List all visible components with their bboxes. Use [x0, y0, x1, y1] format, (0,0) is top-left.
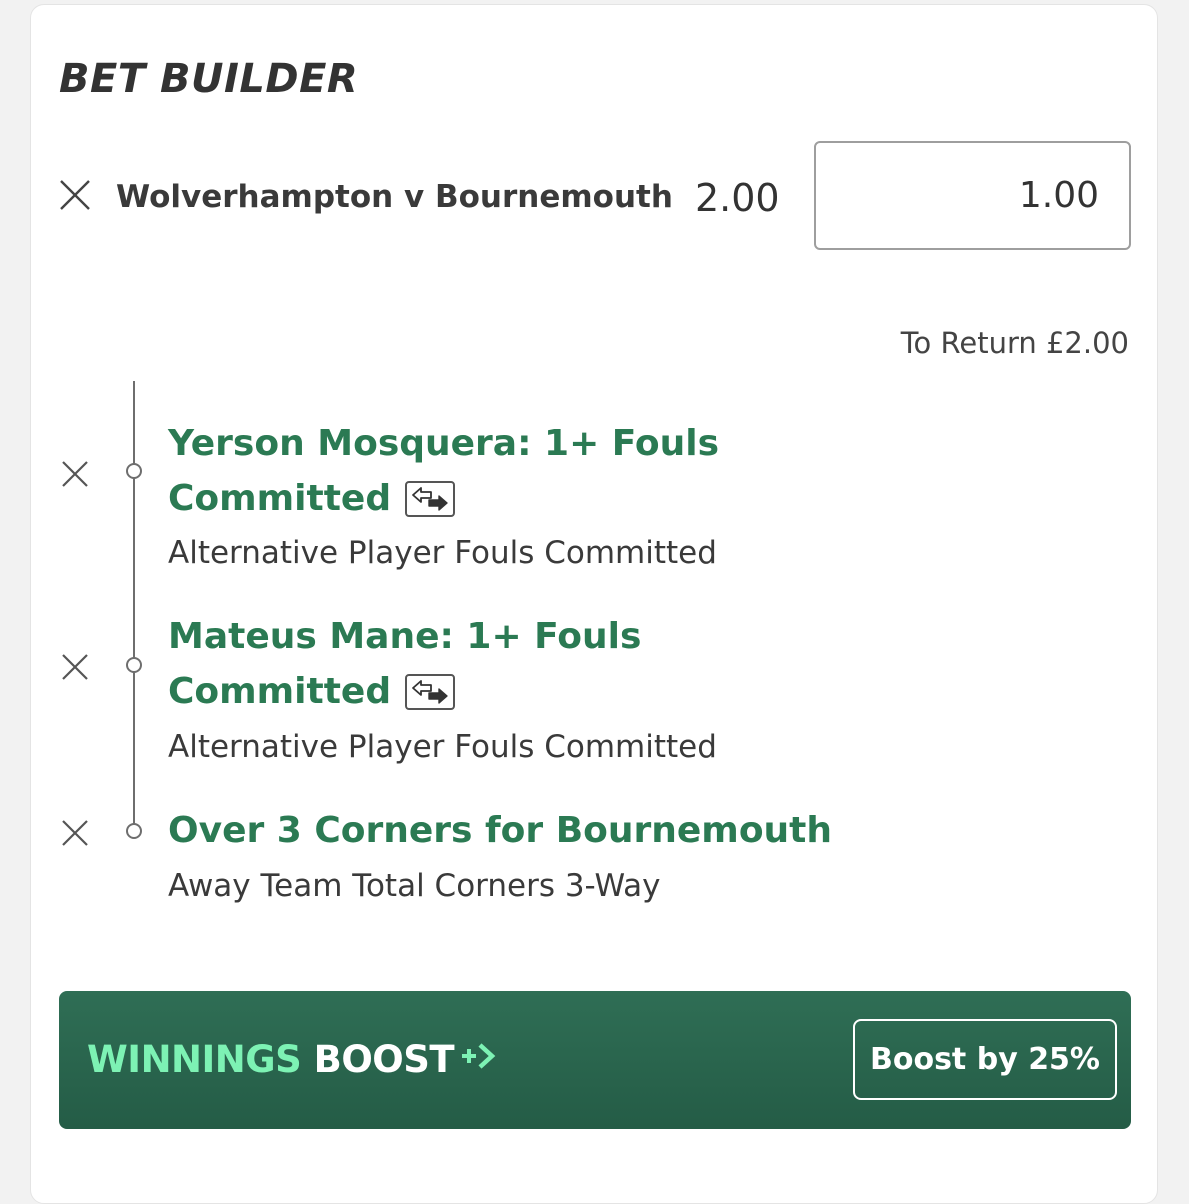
selection-title-line2: Committed	[168, 664, 641, 719]
remove-selection-1-button[interactable]	[58, 457, 92, 491]
timeline-node	[126, 823, 142, 839]
swap-icon[interactable]	[405, 671, 456, 710]
winnings-boost-label: WINNINGS BOOST	[87, 1035, 500, 1087]
selection-market: Alternative Player Fouls Committed	[168, 535, 717, 571]
close-icon	[62, 461, 88, 487]
boost-arrow-icon	[460, 1034, 500, 1084]
selection-market: Away Team Total Corners 3-Way	[168, 868, 661, 904]
close-icon	[62, 820, 88, 846]
winnings-boost-highlight: WINNINGS	[87, 1038, 302, 1081]
selection-title-line2-text: Committed	[168, 478, 392, 519]
bet-odds: 2.00	[695, 176, 780, 220]
selection-market: Alternative Player Fouls Committed	[168, 729, 717, 765]
remove-selection-3-button[interactable]	[58, 816, 92, 850]
selection-title: Yerson Mosquera: 1+ Fouls Committed	[168, 416, 719, 526]
close-icon	[62, 654, 88, 680]
match-name: Wolverhampton v Bournemouth	[116, 179, 673, 215]
timeline-node	[126, 463, 142, 479]
bet-builder-card: BET BUILDER Wolverhampton v Bournemouth …	[30, 4, 1158, 1204]
close-icon	[60, 180, 90, 210]
remove-selection-2-button[interactable]	[58, 650, 92, 684]
timeline-node	[126, 657, 142, 673]
selection-title-line1: Yerson Mosquera: 1+ Fouls	[168, 423, 720, 464]
selection-timeline	[133, 381, 135, 831]
selection-title: Over 3 Corners for Bournemouth	[168, 810, 833, 851]
selection-title-line2-text: Committed	[168, 671, 392, 712]
to-return-text: To Return £2.00	[900, 326, 1129, 360]
page-title: BET BUILDER	[59, 56, 359, 102]
selection-title-line2: Committed	[168, 471, 719, 526]
swap-icon[interactable]	[405, 478, 456, 517]
selection-title-line1: Mateus Mane: 1+ Fouls	[168, 616, 642, 657]
winnings-boost-banner: WINNINGS BOOST Boost by 25%	[59, 991, 1131, 1129]
selection-title: Mateus Mane: 1+ Fouls Committed	[168, 609, 641, 719]
stake-input[interactable]	[814, 141, 1131, 250]
boost-button[interactable]: Boost by 25%	[853, 1019, 1117, 1100]
remove-bet-close-icon[interactable]	[58, 178, 92, 212]
winnings-boost-rest: BOOST	[313, 1038, 455, 1081]
